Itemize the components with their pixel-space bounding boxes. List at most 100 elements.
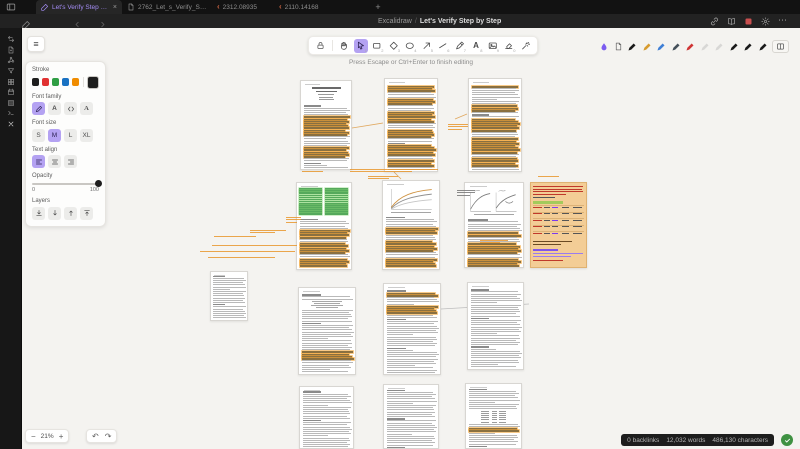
font-size-xl-button[interactable]: XL: [80, 129, 93, 142]
graph-view-icon[interactable]: [0, 55, 22, 66]
opacity-slider[interactable]: [32, 183, 100, 185]
stroke-swatch-1[interactable]: [32, 78, 39, 86]
pencil-pen-icon[interactable]: [642, 42, 652, 52]
custom-pen-2-icon[interactable]: [743, 42, 753, 52]
current-stroke-swatch[interactable]: [87, 76, 99, 89]
canvas-annotation-text[interactable]: [368, 178, 389, 179]
slate-pen-icon[interactable]: [671, 42, 681, 52]
random-note-icon[interactable]: [0, 98, 22, 109]
canvas-annotation-text[interactable]: [480, 242, 500, 243]
canvas-annotation-text[interactable]: [368, 176, 398, 177]
paper-page-7[interactable]: [210, 271, 248, 321]
blue-pen-icon[interactable]: [656, 42, 666, 52]
image-tool[interactable]: 9: [486, 39, 500, 53]
tab-3[interactable]: ‹2312.08935: [212, 0, 274, 14]
send-to-back-button[interactable]: [32, 207, 45, 220]
font-family-serif-button[interactable]: A: [80, 102, 93, 115]
record-icon[interactable]: [743, 16, 754, 27]
status-item-3[interactable]: 486,130 characters: [712, 437, 768, 444]
canvas-annotation-text[interactable]: [350, 171, 412, 172]
paper-page-6[interactable]: [464, 182, 524, 268]
hand-tool[interactable]: [337, 39, 351, 53]
terminal-icon[interactable]: [0, 108, 22, 119]
tab-close-icon[interactable]: ×: [113, 4, 117, 11]
canvas-annotation-text[interactable]: [250, 230, 286, 231]
canvas-annotation-text[interactable]: [480, 240, 508, 241]
paper-page-13[interactable]: [465, 383, 522, 449]
red-pen-icon[interactable]: [685, 42, 695, 52]
card-view-icon[interactable]: [0, 76, 22, 87]
canvas-annotation-text[interactable]: [302, 171, 323, 172]
text-align-right-button[interactable]: [64, 155, 77, 168]
stroke-swatch-4[interactable]: [62, 78, 69, 86]
gear-icon[interactable]: [760, 16, 771, 27]
zoom-level[interactable]: 21%: [41, 433, 54, 440]
font-size-s-button[interactable]: S: [32, 129, 45, 142]
sync-check-button[interactable]: [781, 434, 793, 446]
paper-page-10[interactable]: [467, 282, 524, 370]
canvas-annotation-text[interactable]: [448, 129, 462, 130]
link-icon[interactable]: [709, 16, 720, 27]
font-size-l-button[interactable]: L: [64, 129, 77, 142]
faded-pen-1-icon[interactable]: [700, 42, 710, 52]
redo-button[interactable]: ↷: [105, 432, 112, 441]
insert-file-icon[interactable]: [614, 42, 623, 51]
canvas-annotation-text[interactable]: [250, 232, 275, 233]
excalidraw-canvas[interactable]: ≡ Stroke Font family AA Font size SMLXL …: [22, 28, 800, 449]
text-align-left-button[interactable]: [32, 155, 45, 168]
zoom-out-button[interactable]: −: [31, 432, 36, 441]
zoom-in-button[interactable]: +: [59, 432, 64, 441]
canvas-annotation-text[interactable]: [457, 192, 475, 193]
opacity-knob[interactable]: [95, 180, 102, 187]
paper-page-12[interactable]: [383, 384, 439, 449]
close-icon[interactable]: [0, 119, 22, 130]
paper-page-5[interactable]: [382, 180, 440, 270]
rectangle-tool[interactable]: 2: [370, 39, 384, 53]
daily-note-icon[interactable]: [0, 87, 22, 98]
status-item-2[interactable]: 12,032 words: [666, 437, 705, 444]
custom-pen-3-icon[interactable]: [758, 42, 768, 52]
eraser-tool[interactable]: 0: [502, 39, 516, 53]
command-palette-icon[interactable]: [0, 66, 22, 77]
canvas-annotation-text[interactable]: [457, 195, 470, 196]
paper-page-8[interactable]: [298, 287, 356, 375]
menu-button[interactable]: ≡: [27, 36, 45, 52]
canvas-annotation-text[interactable]: [448, 124, 468, 125]
sidebar-toggle-icon[interactable]: [5, 2, 17, 12]
undo-button[interactable]: ↶: [92, 432, 99, 441]
paper-page-11[interactable]: [299, 386, 354, 449]
arrow-tool[interactable]: 5: [420, 39, 434, 53]
font-family-normal-button[interactable]: A: [48, 102, 61, 115]
paper-page-1[interactable]: [300, 80, 352, 170]
text-align-center-button[interactable]: [48, 155, 61, 168]
canvas-annotation-text[interactable]: [212, 245, 297, 246]
custom-pen-1-icon[interactable]: [729, 42, 739, 52]
new-note-icon[interactable]: [0, 45, 22, 56]
book-icon[interactable]: [726, 16, 737, 27]
annotation-note-card[interactable]: [530, 182, 587, 268]
status-item-1[interactable]: 0 backlinks: [627, 437, 659, 444]
obsidian-drop-pen-icon[interactable]: [599, 42, 609, 52]
canvas-annotation-text[interactable]: [200, 251, 295, 252]
canvas-annotation-text[interactable]: [286, 222, 297, 223]
canvas-annotation-text[interactable]: [286, 219, 301, 220]
quick-switcher-icon[interactable]: [0, 34, 22, 45]
font-family-hand-drawn-button[interactable]: [32, 102, 45, 115]
paper-page-4[interactable]: [296, 182, 352, 270]
stroke-swatch-3[interactable]: [52, 78, 59, 86]
send-backward-button[interactable]: [48, 207, 61, 220]
bring-forward-button[interactable]: [64, 207, 77, 220]
line-tool[interactable]: 6: [436, 39, 450, 53]
tab-1[interactable]: Let's Verify Step by S...×: [36, 0, 122, 14]
paper-page-9[interactable]: [383, 283, 441, 375]
draw-tool[interactable]: 7: [453, 39, 467, 53]
tab-4[interactable]: ‹2110.14168: [274, 0, 352, 14]
diamond-tool[interactable]: 3: [387, 39, 401, 53]
tab-2[interactable]: 2762_Let_s_Verify_Step_...: [122, 0, 212, 14]
canvas-annotation-text[interactable]: [350, 169, 438, 170]
text-tool[interactable]: A8: [469, 39, 483, 53]
canvas-annotation-text[interactable]: [457, 190, 475, 191]
canvas-annotation-text[interactable]: [286, 217, 301, 218]
ellipse-tool[interactable]: 4: [403, 39, 417, 53]
bring-to-front-button[interactable]: [80, 207, 93, 220]
